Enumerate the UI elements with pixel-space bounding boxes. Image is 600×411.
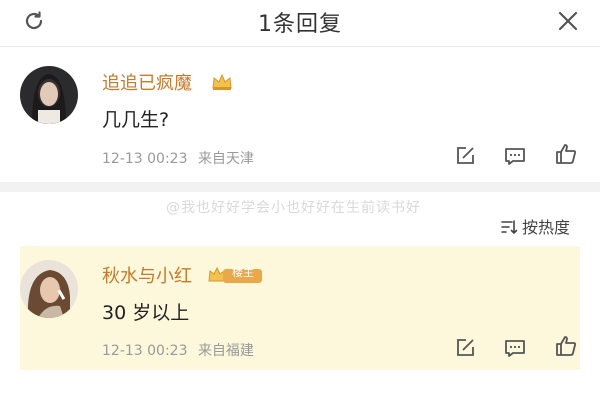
op-badge-label: 楼主 [232,266,254,279]
comment-username[interactable]: 追追已疯魔 [102,69,192,95]
sort-label: 按热度 [522,218,571,237]
comment-icon[interactable] [503,144,527,168]
share-icon[interactable] [453,144,477,168]
like-icon[interactable] [554,142,578,166]
reply-comment-item: 秋水与小红 楼主 30 岁以上 12-13 00:23 来自福建 [20,246,580,370]
comment-text: 几几生? [102,109,170,131]
share-icon[interactable] [453,336,477,360]
comment-meta: 12-13 00:23 来自天津 [102,148,254,168]
comment-time: 12-13 00:23 [102,343,188,359]
watermark-text: @我也好好学会小也好好在生前读书好 [166,200,421,216]
like-icon[interactable] [554,334,578,358]
sort-icon [501,220,518,234]
comment-meta: 12-13 00:23 来自福建 [102,340,254,360]
avatar[interactable] [20,260,78,318]
op-badge: 楼主 [206,264,264,284]
sort-by-popularity-button[interactable]: 按热度 [500,214,570,238]
comment-location: 来自福建 [197,343,254,359]
comment-text: 30 岁以上 [102,302,190,324]
crown-icon [208,266,226,282]
avatar[interactable] [20,66,78,124]
comment-time: 12-13 00:23 [102,151,188,167]
vip-crown-icon [212,73,232,90]
comment-icon[interactable] [503,336,527,360]
section-divider [0,182,600,192]
close-icon[interactable] [556,9,580,33]
comment-location: 来自天津 [197,151,254,167]
comment-item: 追追已疯魔 几几生? 12-13 00:23 来自天津 [0,52,600,180]
comment-username[interactable]: 秋水与小红 [102,262,192,288]
dialog-header: 1条回复 [0,0,600,47]
dialog-title: 1条回复 [258,12,342,37]
